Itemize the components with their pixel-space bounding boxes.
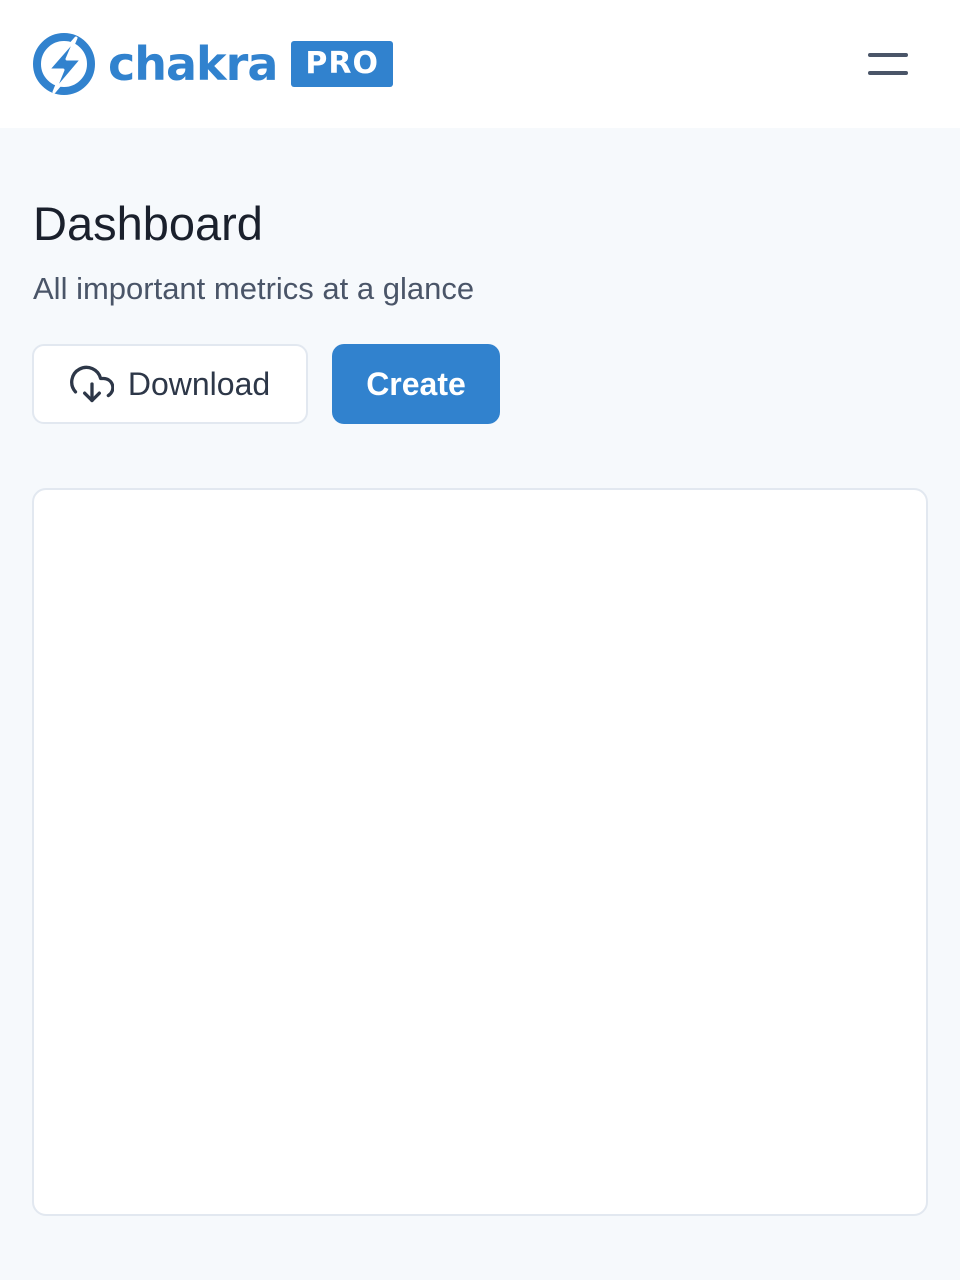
download-button[interactable]: Download: [32, 344, 308, 424]
menu-bar-top: [868, 53, 908, 57]
pro-badge: PRO: [291, 41, 393, 87]
hamburger-menu-icon[interactable]: [852, 40, 924, 88]
top-navigation-bar: chakra PRO: [0, 0, 960, 128]
lightning-bolt-logo-icon: [33, 33, 95, 95]
dashboard-content-panel: [32, 488, 928, 1216]
page-subtitle: All important metrics at a glance: [33, 271, 475, 306]
page-title: Dashboard: [33, 197, 263, 250]
create-button[interactable]: Create: [332, 344, 500, 424]
cloud-download-icon: [69, 365, 114, 403]
logo-wordmark: chakra: [108, 37, 278, 91]
download-button-label: Download: [127, 365, 271, 402]
chakra-pro-logo[interactable]: chakra PRO: [32, 32, 393, 96]
menu-bar-bottom: [868, 71, 908, 75]
